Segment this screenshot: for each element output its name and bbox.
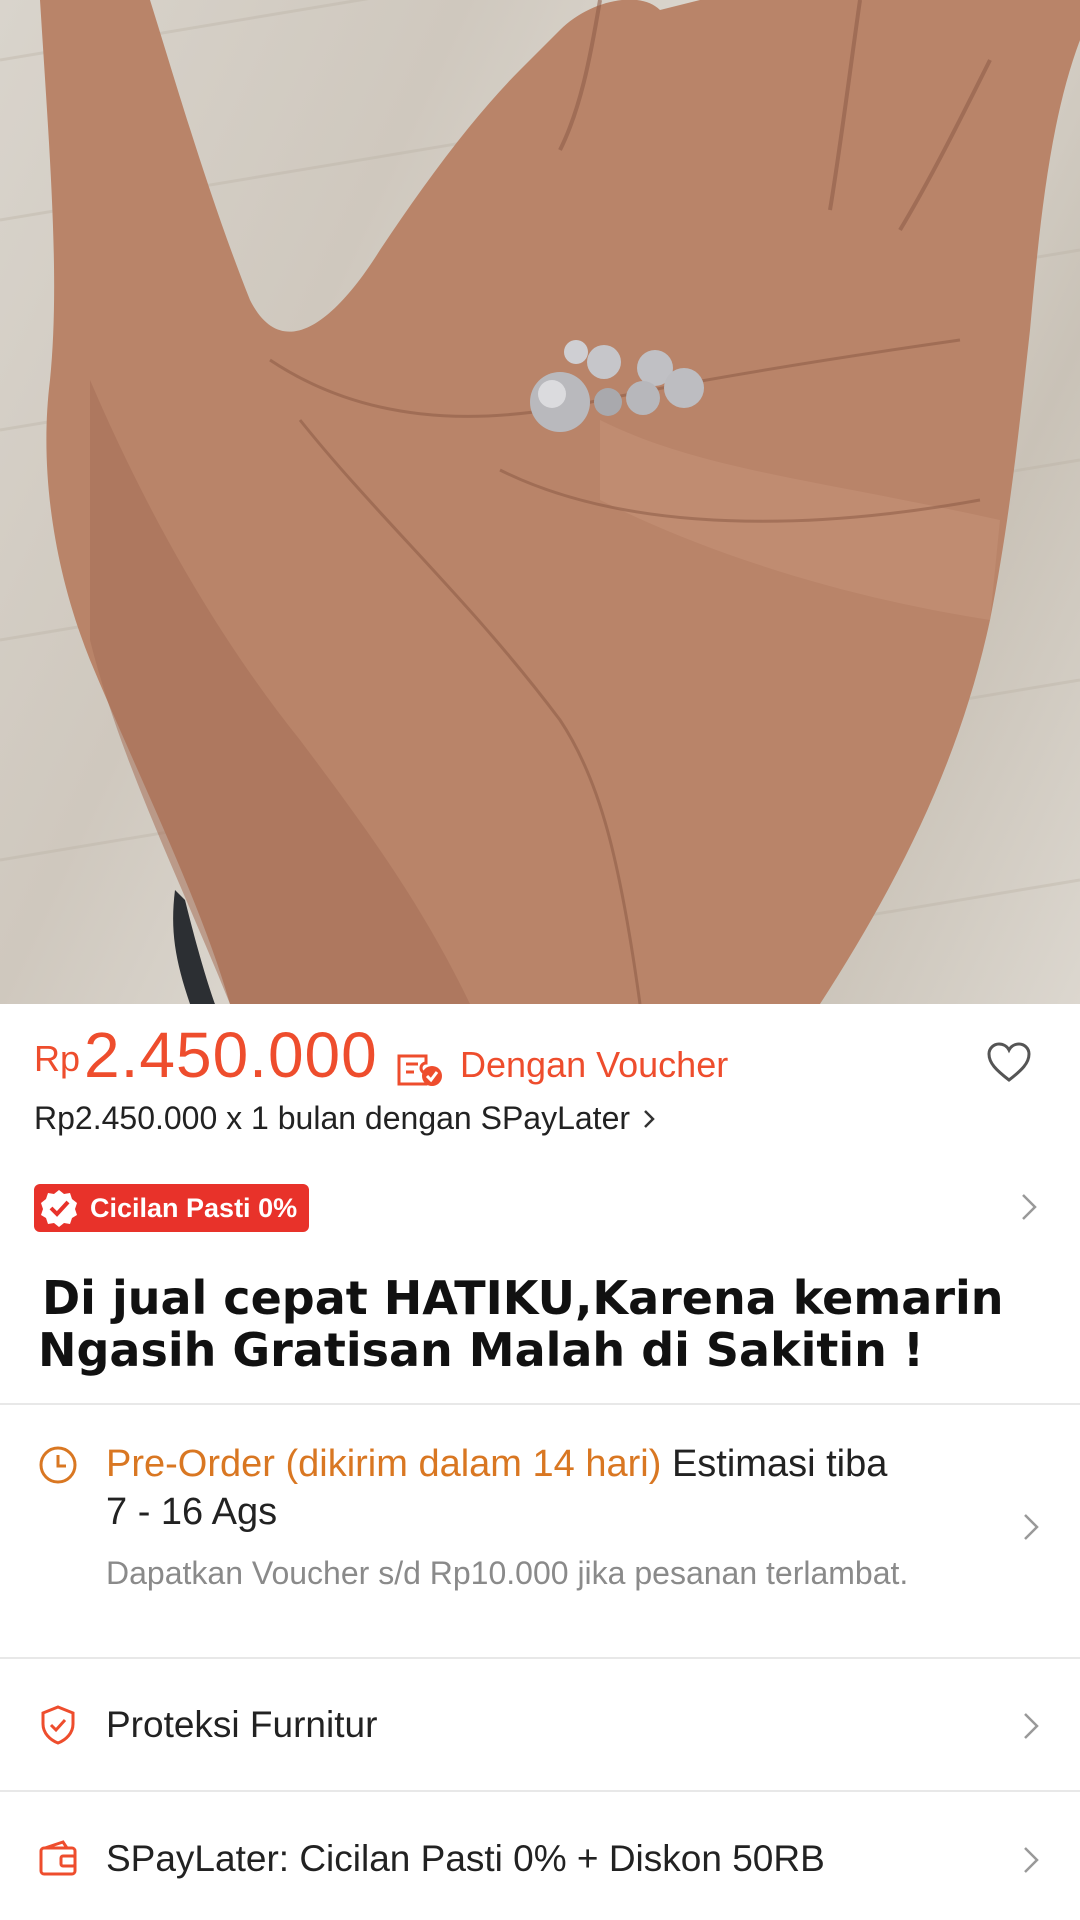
- late-voucher-note: Dapatkan Voucher s/d Rp10.000 jika pesan…: [106, 1555, 909, 1591]
- title-line-1: Di jual cepat HATIKU,Karena kemarin: [42, 1271, 1004, 1325]
- divider: [0, 1403, 1080, 1405]
- clock-icon: [39, 1446, 77, 1484]
- chevron-right-icon: [1024, 1514, 1039, 1540]
- installment-link[interactable]: Rp2.450.000 x 1 bulan dengan SPayLater: [34, 1100, 656, 1137]
- title-line-2: Ngasih Gratisan Malah di Sakitin !: [38, 1323, 924, 1377]
- chevron-right-icon: [1022, 1194, 1037, 1220]
- preorder-label: Pre-Order (dikirim dalam 14 hari): [106, 1443, 662, 1485]
- price-row: Rp 2.450.000 Dengan Voucher: [34, 1018, 1046, 1091]
- chevron-right-icon: [1024, 1847, 1039, 1873]
- cicilan-label: Cicilan Pasti 0%: [90, 1192, 298, 1223]
- heart-icon[interactable]: [986, 1042, 1032, 1084]
- chevron-right-icon: [1024, 1713, 1039, 1739]
- divider: [0, 1790, 1080, 1792]
- shipping-estimate: Pre-Order (dikirim dalam 14 hari) Estima…: [106, 1440, 1006, 1536]
- product-image[interactable]: [0, 0, 1080, 1004]
- protection-row[interactable]: Proteksi Furnitur: [0, 1700, 1080, 1752]
- estimate-dates: 7 - 16 Ags: [106, 1491, 278, 1533]
- chevron-right-icon: [644, 1109, 655, 1128]
- product-title: Di jual cepat HATIKU,Karena kemarin Ngas…: [38, 1271, 1042, 1376]
- cicilan-badge: Cicilan Pasti 0%: [34, 1184, 310, 1232]
- voucher-label[interactable]: Dengan Voucher: [460, 1044, 728, 1086]
- shield-icon: [41, 1705, 75, 1745]
- wallet-icon: [39, 1840, 77, 1876]
- protection-label: Proteksi Furnitur: [106, 1704, 378, 1745]
- spaylater-row[interactable]: SPayLater: Cicilan Pasti 0% + Diskon 50R…: [0, 1834, 1080, 1886]
- product-photo: [0, 0, 1080, 1004]
- cicilan-row[interactable]: Cicilan Pasti 0%: [34, 1182, 1046, 1232]
- installment-text: Rp2.450.000 x 1 bulan dengan SPayLater: [34, 1100, 631, 1136]
- divider: [0, 1657, 1080, 1659]
- price-amount: 2.450.000: [84, 1019, 378, 1091]
- currency-label: Rp: [34, 1038, 81, 1079]
- voucher-icon: [397, 1054, 442, 1086]
- shipping-row[interactable]: Pre-Order (dikirim dalam 14 hari) Estima…: [0, 1440, 1080, 1620]
- spaylater-label: SPayLater: Cicilan Pasti 0% + Diskon 50R…: [106, 1838, 825, 1879]
- estimate-label: Estimasi tiba: [671, 1443, 888, 1485]
- verified-check-icon: [41, 1190, 77, 1227]
